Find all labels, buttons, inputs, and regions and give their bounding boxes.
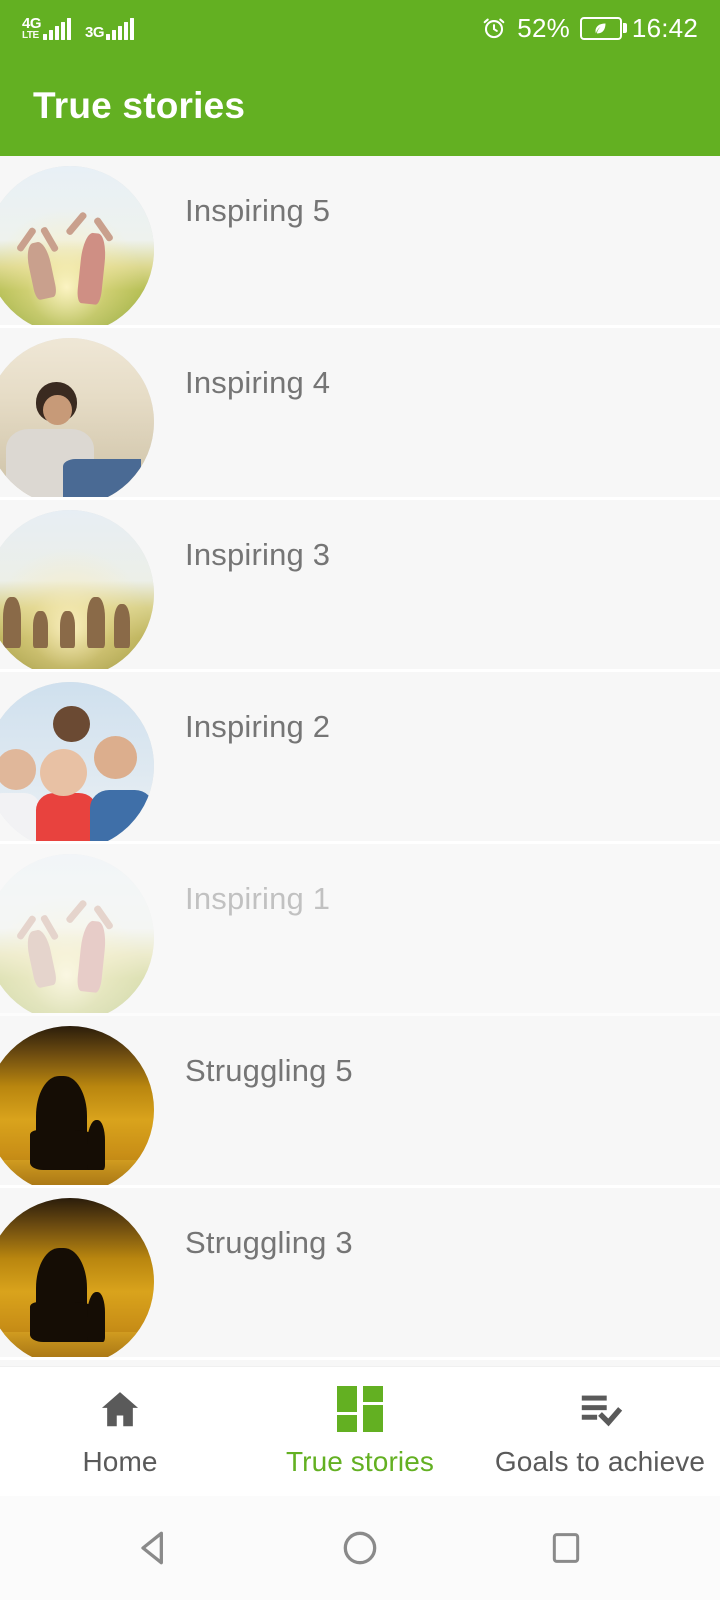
list-item-partial[interactable] xyxy=(0,1360,720,1366)
dashboard-grid-icon xyxy=(334,1385,386,1432)
avatar xyxy=(0,1026,154,1185)
story-thumbnail-image xyxy=(0,682,154,841)
avatar xyxy=(0,166,154,325)
list-item[interactable]: Inspiring 5 xyxy=(0,156,720,328)
battery-percent-label: 52% xyxy=(517,13,570,43)
network-label-3g: 3G xyxy=(85,23,105,41)
list-item-label: Struggling 5 xyxy=(185,1053,353,1088)
list-item-label: Inspiring 2 xyxy=(185,709,331,744)
story-thumbnail-image xyxy=(0,854,154,1013)
list-item[interactable]: Inspiring 2 xyxy=(0,672,720,844)
story-thumbnail-image xyxy=(0,338,154,497)
network-tag-text: 4G xyxy=(22,14,42,32)
list-item-label: Inspiring 4 xyxy=(185,365,331,400)
story-thumbnail-image xyxy=(0,1198,154,1357)
list-item[interactable]: Inspiring 1 xyxy=(0,844,720,1016)
nav-tab-goals-to-achieve[interactable]: Goals to achieve xyxy=(480,1367,720,1496)
leaf-glyph-icon xyxy=(595,23,606,33)
page-title: True stories xyxy=(33,85,246,126)
app-bar: True stories xyxy=(0,56,720,156)
list-item-label: Inspiring 5 xyxy=(185,193,331,228)
battery-saver-leaf-icon xyxy=(579,16,622,40)
story-thumbnail-image xyxy=(0,1026,154,1185)
recents-square-icon[interactable] xyxy=(538,1520,594,1576)
back-triangle-icon[interactable] xyxy=(126,1520,182,1576)
nav-tab-home[interactable]: Home xyxy=(0,1367,240,1496)
signal-bars-icon xyxy=(43,17,72,40)
story-thumbnail-image xyxy=(0,510,154,669)
network-subtag-text: LTE xyxy=(22,29,39,41)
avatar xyxy=(0,338,154,497)
android-system-navigation-bar xyxy=(0,1496,720,1600)
list-item[interactable]: Inspiring 3 xyxy=(0,500,720,672)
network-label-4g: 4G LTE xyxy=(22,14,42,41)
list-item-label: Inspiring 1 xyxy=(185,881,331,916)
clock-label: 16:42 xyxy=(631,13,698,43)
nav-tab-true-stories[interactable]: True stories xyxy=(240,1367,480,1496)
network-indicator-4g: 4G LTE xyxy=(22,14,72,41)
playlist-check-icon xyxy=(574,1386,626,1432)
list-item[interactable]: Struggling 5 xyxy=(0,1016,720,1188)
home-icon xyxy=(94,1386,146,1432)
avatar xyxy=(0,510,154,669)
status-bar: 4G LTE 3G 52% 16:42 xyxy=(0,0,720,56)
network-indicator-3g: 3G xyxy=(85,17,135,41)
nav-tab-label: True stories xyxy=(286,1445,434,1477)
stories-list[interactable]: Inspiring 5 Inspiring 4 Inspiring 3 Insp… xyxy=(0,156,720,1366)
signal-bars-icon xyxy=(106,17,135,40)
list-item-label: Inspiring 3 xyxy=(185,537,331,572)
list-item-label: Struggling 3 xyxy=(185,1225,353,1260)
avatar xyxy=(0,854,154,1013)
nav-tab-label: Goals to achieve xyxy=(494,1445,706,1477)
bottom-navigation-bar: Home True stories Goals to achieve xyxy=(0,1366,720,1496)
avatar xyxy=(0,682,154,841)
status-bar-right: 52% 16:42 xyxy=(481,15,698,41)
network-tag-text: 3G xyxy=(85,23,105,41)
status-bar-left: 4G LTE 3G xyxy=(22,14,135,41)
list-item[interactable]: Struggling 3 xyxy=(0,1188,720,1360)
alarm-clock-icon xyxy=(483,18,505,39)
avatar xyxy=(0,1198,154,1357)
story-thumbnail-image xyxy=(0,166,154,325)
phone-screen: 4G LTE 3G 52% 16:42 True stories Inspiri… xyxy=(0,0,720,1600)
list-item[interactable]: Inspiring 4 xyxy=(0,328,720,500)
nav-tab-label: Home xyxy=(82,1445,158,1477)
home-circle-icon[interactable] xyxy=(332,1520,388,1576)
